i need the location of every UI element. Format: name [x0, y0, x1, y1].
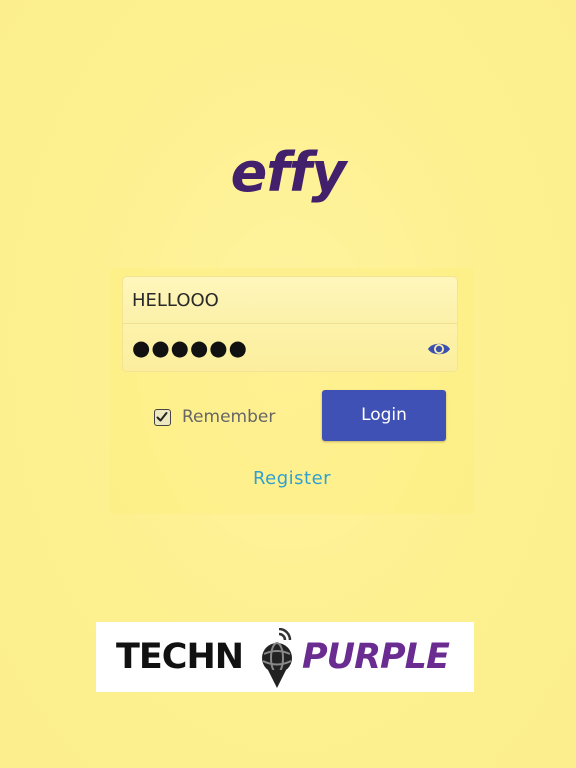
register-label: Register: [252, 468, 332, 489]
username-field[interactable]: HELLOOO: [123, 277, 457, 324]
remember-checkbox[interactable]: [154, 408, 171, 426]
login-button[interactable]: Login: [322, 390, 446, 441]
password-value: ●●●●●●: [132, 336, 248, 360]
app-logo: effy: [230, 141, 347, 204]
username-value: HELLOOO: [132, 290, 219, 311]
brand-text-purple: PURPLE: [302, 637, 450, 677]
company-branding: TECHN PURPLE: [96, 622, 474, 692]
globe-pin-icon: [256, 627, 302, 690]
remember-label: Remember: [182, 407, 276, 427]
eye-icon[interactable]: [427, 337, 451, 361]
brand-text-techno: TECHN: [116, 637, 244, 677]
credentials-group: HELLOOO ●●●●●●: [122, 276, 458, 372]
register-link[interactable]: Register: [0, 468, 576, 489]
remember-option[interactable]: Remember: [154, 404, 275, 430]
password-field[interactable]: ●●●●●●: [123, 325, 457, 371]
